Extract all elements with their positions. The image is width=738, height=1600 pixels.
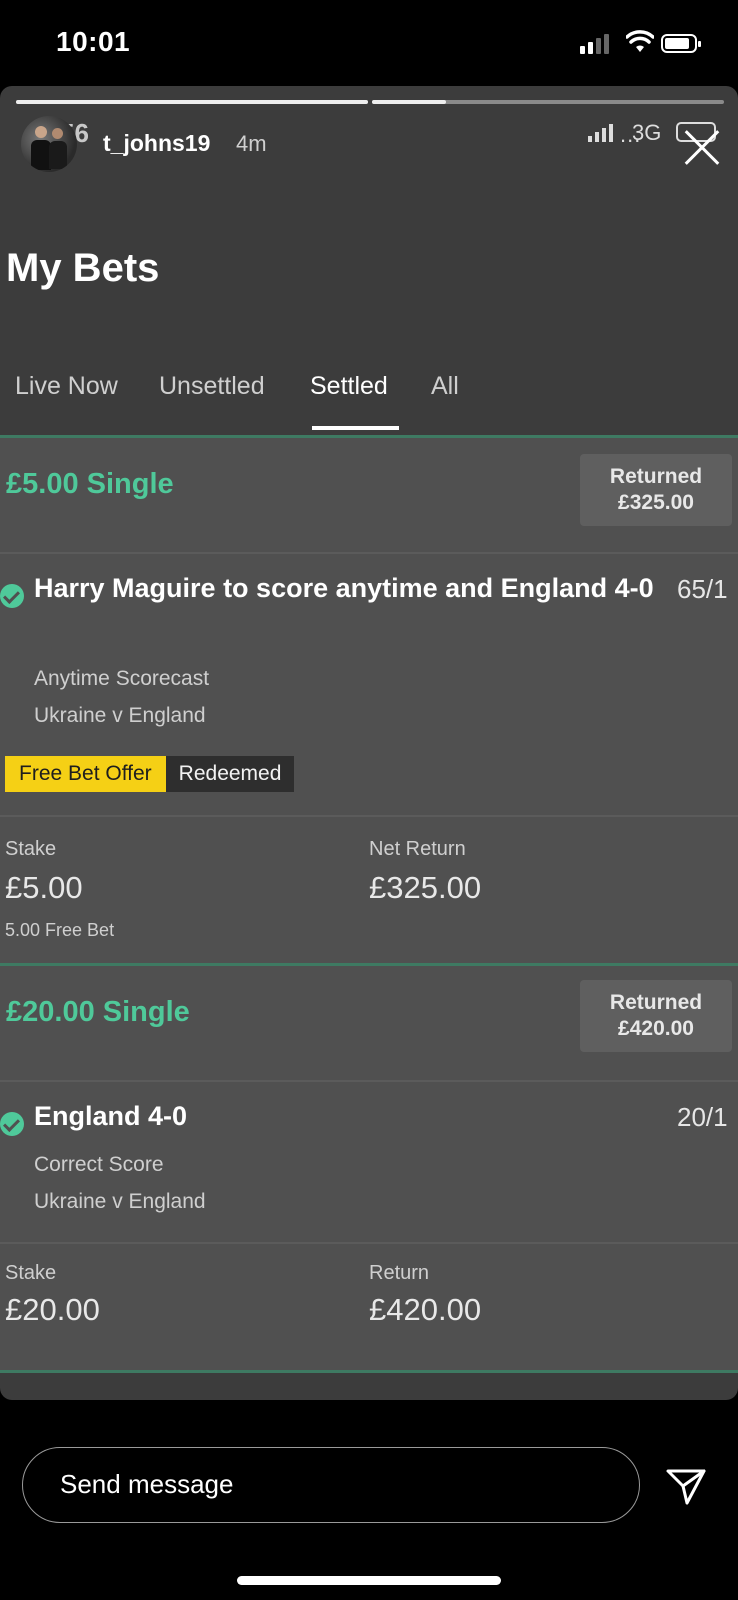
- stake-label: Stake: [5, 838, 57, 860]
- tab-settled[interactable]: Settled: [310, 372, 388, 401]
- bet-odds: 65/1: [677, 574, 728, 604]
- bet-event: Ukraine v England: [34, 704, 206, 727]
- screenshot-signal-icon: [588, 124, 613, 142]
- home-indicator[interactable]: [237, 1576, 501, 1585]
- returned-amount: £420.00: [618, 1017, 694, 1040]
- return-value: £420.00: [369, 1292, 482, 1327]
- return-label: Return: [369, 1262, 430, 1284]
- stake-value: £5.00: [5, 870, 83, 905]
- divider: [0, 1370, 738, 1373]
- bet-odds: 20/1: [677, 1102, 728, 1132]
- bet-card[interactable]: £5.00 Single Returned £325.00 Harry Magu…: [0, 438, 738, 963]
- screenshot-network-label: 3G: [632, 120, 662, 145]
- bet-title: £5.00 Single: [6, 468, 174, 500]
- return-label: Net Return: [369, 838, 466, 860]
- returned-label: Returned: [609, 465, 703, 488]
- returned-badge: Returned £325.00: [580, 454, 732, 526]
- check-icon: [0, 584, 24, 608]
- page-title: My Bets: [6, 246, 160, 290]
- story-progress-2: [372, 100, 724, 104]
- send-message-placeholder: Send message: [60, 1469, 234, 1499]
- offer-badge-group: Free Bet Offer Redeemed: [5, 756, 295, 792]
- send-icon[interactable]: [665, 1466, 707, 1506]
- avatar[interactable]: [21, 116, 77, 172]
- story-username[interactable]: t_johns19: [103, 130, 210, 157]
- redeemed-badge: Redeemed: [165, 756, 295, 792]
- active-tab-indicator: [312, 426, 399, 430]
- divider: [0, 1080, 738, 1082]
- divider: [0, 552, 738, 554]
- bet-selection: England 4-0: [34, 1101, 188, 1131]
- tab-unsettled[interactable]: Unsettled: [159, 372, 265, 401]
- battery-icon: [661, 34, 701, 53]
- returned-label: Returned: [609, 991, 703, 1014]
- check-icon: [0, 1112, 24, 1136]
- close-icon[interactable]: [682, 128, 722, 168]
- returned-amount: £325.00: [618, 491, 694, 514]
- bet-card[interactable]: £20.00 Single Returned £420.00 England 4…: [0, 966, 738, 1370]
- bet-selection: Harry Maguire to score anytime and Engla…: [34, 573, 654, 603]
- bet-title: £20.00 Single: [6, 996, 190, 1028]
- story-timestamp: 4m: [236, 131, 267, 156]
- returned-badge: Returned £420.00: [580, 980, 732, 1052]
- free-bet-offer-badge: Free Bet Offer: [5, 756, 166, 792]
- story-frame: 56 t_johns19 4m ... 3G My Bets Live Now …: [0, 86, 738, 1400]
- wifi-icon: [626, 30, 654, 52]
- divider: [0, 815, 738, 817]
- return-value: £325.00: [369, 870, 482, 905]
- status-time: 10:01: [56, 26, 131, 57]
- bet-market: Correct Score: [34, 1153, 164, 1176]
- stake-value: £20.00: [5, 1292, 100, 1327]
- stake-label: Stake: [5, 1262, 57, 1284]
- tab-live-now[interactable]: Live Now: [15, 372, 118, 401]
- divider: [0, 1242, 738, 1244]
- story-progress-1: [16, 100, 368, 104]
- tab-all[interactable]: All: [431, 372, 459, 401]
- bet-event: Ukraine v England: [34, 1190, 206, 1213]
- bet-market: Anytime Scorecast: [34, 667, 210, 690]
- stake-note: 5.00 Free Bet: [5, 920, 115, 940]
- cellular-signal-icon: [580, 34, 609, 54]
